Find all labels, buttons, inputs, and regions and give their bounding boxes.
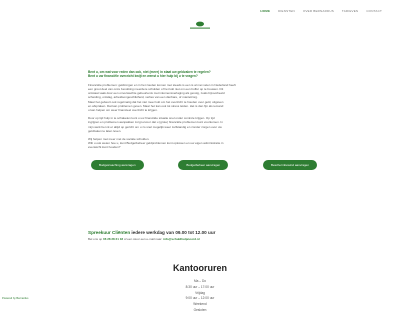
- nav-item-over[interactable]: OVER BERNARDUS: [303, 9, 334, 13]
- budgetbeheer-button[interactable]: Budgetbeheer aanvragen: [178, 159, 229, 170]
- consult-prefix: Bel ons op: [88, 237, 103, 241]
- top-navigation: HOME DIENSTEN OVER BERNARDUS TARIEVEN CO…: [260, 9, 382, 13]
- consult-contact-line: Bel ons op 06 28 28 21 18 of een stuur e…: [88, 237, 320, 241]
- phone-link[interactable]: 06 28 28 21 18: [103, 237, 123, 241]
- hours-line: Gesloten: [193, 307, 207, 312]
- office-hours-list: Ma – Do 8:30 uur – 17:00 uur Vrijdag 9:0…: [0, 279, 400, 314]
- email-link[interactable]: info@schuldhulpnoord.nl: [163, 237, 199, 241]
- leaf-logo-icon: [190, 21, 210, 29]
- intro-question-2: Bent u uw financiële overzicht kwijt en …: [88, 74, 198, 79]
- kantooruren-title: Kantooruren: [173, 263, 227, 273]
- beschermbewind-button[interactable]: Beschermbewind aanvragen: [262, 159, 317, 170]
- action-buttons: Budgetcoaching aanvragen Budgetbeheer aa…: [88, 159, 320, 170]
- consult-middle: of een stuur een e-mail naar:: [123, 237, 163, 241]
- nav-item-tarieven[interactable]: TARIEVEN: [342, 9, 358, 13]
- nav-item-contact[interactable]: CONTACT: [366, 9, 382, 13]
- consult-title: Spreekuur Cliënten: [88, 230, 131, 235]
- consult-section: Spreekuur Cliënten iedere werkdag van 09…: [88, 230, 320, 241]
- intro-paragraph-3: Wij helpen met meer met de sociale schul…: [88, 137, 320, 150]
- budgetcoaching-button[interactable]: Budgetcoaching aanvragen: [91, 159, 144, 170]
- intro-paragraph-2: Door op tijd hulp in te schakelen kunt u…: [88, 116, 320, 133]
- consult-hours: iedere werkdag van 09.00 tot 12.00 uur: [131, 230, 216, 235]
- text-line: evenwicht kunt houden?: [88, 145, 121, 150]
- consult-heading: Spreekuur Cliënten iedere werkdag van 09…: [88, 230, 320, 235]
- text-line: geldzaken te laten leven.: [88, 128, 122, 133]
- site-logo[interactable]: [176, 17, 224, 29]
- nav-item-home[interactable]: HOME: [260, 9, 270, 13]
- intro-paragraph-1: Financiële problemen: geldzorgen en in h…: [88, 83, 320, 112]
- intro-section: Bent u, om wat voor reden dan ook, niet …: [88, 70, 320, 170]
- nav-item-diensten[interactable]: DIENSTEN: [278, 9, 295, 13]
- text-line: u kan helpen om weer financieel overzich…: [88, 108, 158, 113]
